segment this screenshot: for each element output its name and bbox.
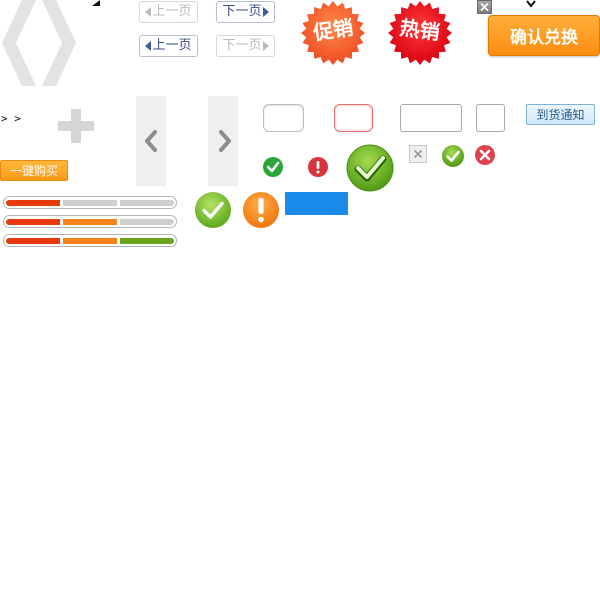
- prev-page-button-disabled[interactable]: 上一页: [139, 1, 198, 23]
- text-input-wide[interactable]: [400, 104, 462, 132]
- arrival-notice-label: 到货通知: [536, 108, 585, 122]
- arrow-right-icon: [262, 41, 269, 51]
- check-circle-large-icon: [346, 144, 394, 192]
- check-circle-small-icon: [442, 145, 464, 167]
- progress-segment: [63, 219, 117, 225]
- progress-segment: [120, 238, 174, 244]
- plus-icon[interactable]: [58, 109, 94, 143]
- chevron-down-icon[interactable]: [526, 0, 536, 8]
- close-box-button[interactable]: [477, 0, 492, 14]
- progress-segment: [63, 238, 117, 244]
- one-click-buy-button[interactable]: 一键购买: [0, 160, 68, 181]
- confirm-exchange-button[interactable]: 确认兑换: [488, 15, 600, 56]
- blue-bar-button[interactable]: [285, 192, 348, 215]
- progress-bar-step-2: [3, 215, 177, 228]
- close-icon: [480, 2, 489, 12]
- arrow-left-icon: [145, 41, 152, 51]
- progress-segment: [120, 219, 174, 225]
- sale-seal-badge: 促销: [300, 0, 366, 66]
- progress-segment: [6, 200, 60, 206]
- close-icon: [413, 149, 423, 159]
- confirm-exchange-label: 确认兑换: [510, 28, 578, 48]
- prev-page-button[interactable]: 上一页: [139, 35, 198, 57]
- arrow-right-icon: [262, 7, 269, 17]
- chevron-right-icon: [219, 130, 231, 152]
- text-input-normal[interactable]: [263, 104, 304, 132]
- prev-page-label: 上一页: [152, 4, 192, 19]
- arrow-left-icon: [145, 7, 152, 17]
- progress-segment: [120, 200, 174, 206]
- next-page-label: 下一页: [222, 4, 262, 19]
- breadcrumb-arrows: > >: [1, 112, 21, 125]
- next-page-label: 下一页: [222, 38, 262, 53]
- x-circle-icon[interactable]: [474, 144, 496, 166]
- progress-segment: [6, 238, 60, 244]
- progress-bar-step-3: [3, 234, 177, 247]
- carousel-next-button[interactable]: [208, 96, 238, 186]
- progress-bar-step-1: [3, 196, 177, 209]
- angle-brackets-icon: [2, 0, 76, 86]
- arrival-notice-button[interactable]: 到货通知: [526, 104, 595, 125]
- next-page-button-disabled[interactable]: 下一页: [216, 35, 275, 57]
- carousel-prev-button[interactable]: [136, 96, 166, 186]
- chevron-left-icon: [145, 130, 157, 152]
- progress-segment: [6, 219, 60, 225]
- check-circle-icon: [263, 157, 283, 177]
- progress-segment: [63, 200, 117, 206]
- warning-circle-icon: [243, 192, 279, 228]
- check-circle-medium-icon: [195, 192, 231, 228]
- next-page-button[interactable]: 下一页: [216, 1, 275, 23]
- close-box-light-button[interactable]: [409, 145, 427, 163]
- exclamation-circle-icon: [308, 157, 328, 177]
- prev-page-label: 上一页: [152, 38, 192, 53]
- corner-triangle-icon: [92, 0, 100, 6]
- text-input-small[interactable]: [476, 104, 505, 132]
- hot-seal-badge: 热销: [386, 0, 454, 66]
- one-click-buy-label: 一键购买: [9, 164, 58, 178]
- text-input-error[interactable]: [334, 104, 373, 132]
